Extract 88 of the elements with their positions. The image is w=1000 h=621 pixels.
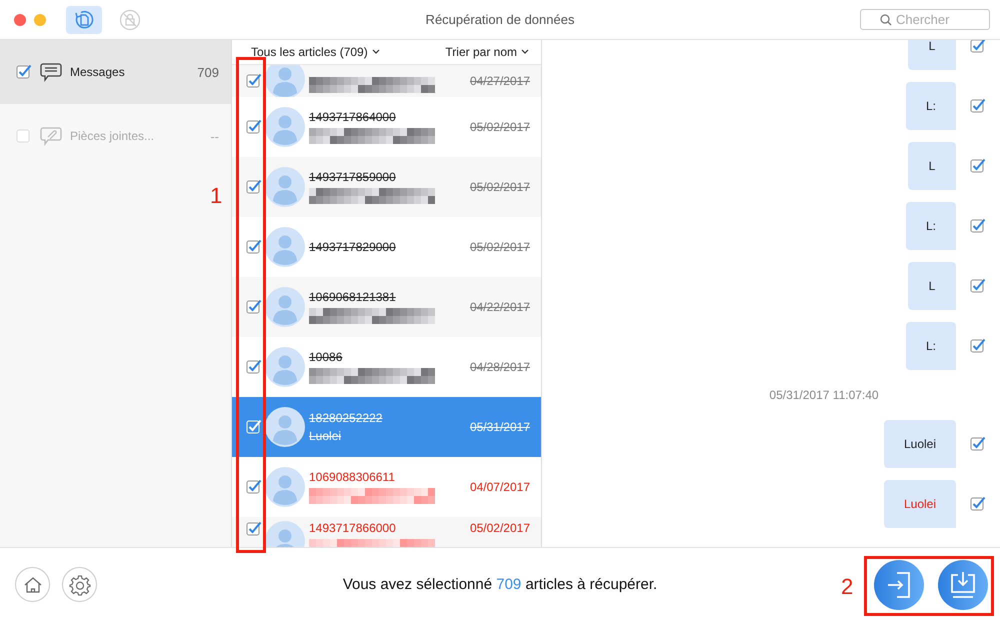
message-bubble: L — [908, 40, 956, 70]
message-date: 04/07/2017 — [470, 480, 530, 494]
checkbox[interactable] — [246, 359, 262, 375]
checkbox[interactable] — [246, 299, 262, 315]
avatar-icon — [265, 107, 305, 147]
timestamp: 05/31/2017 11:07:40 — [769, 388, 879, 402]
message-preview: Luolei — [309, 429, 342, 443]
message-date: 05/31/2017 — [470, 420, 530, 434]
checkbox[interactable] — [246, 419, 262, 435]
message-bubble: Luolei — [884, 480, 956, 528]
checkbox[interactable] — [246, 119, 262, 135]
checkbox[interactable] — [246, 521, 262, 537]
avatar-icon — [265, 407, 305, 447]
checkbox[interactable] — [970, 218, 986, 234]
message-row[interactable]: 1493717829000 05/02/2017 — [232, 217, 541, 277]
checkbox[interactable] — [246, 179, 262, 195]
selection-summary: Vous avez sélectionné 709 articles à récupérer. — [342, 576, 658, 593]
phone-number: 1493717829000 — [309, 240, 397, 254]
annotation-number: 2 — [841, 576, 854, 598]
download-icon — [948, 570, 978, 600]
checkbox[interactable] — [970, 496, 986, 512]
checkbox[interactable] — [246, 73, 262, 89]
item-count: 709 — [197, 64, 219, 80]
message-row[interactable]: 1493717866000 05/02/2017 — [232, 517, 541, 547]
chat-bubble-icon — [40, 62, 62, 82]
sort-dropdown[interactable]: Trier par nom — [445, 45, 529, 59]
message-date: 05/02/2017 — [470, 521, 530, 535]
message-date: 05/02/2017 — [470, 240, 530, 254]
message-row[interactable]: 10086 04/28/2017 — [232, 337, 541, 397]
phone-number: 1069088306611 — [309, 470, 396, 484]
avatar-icon — [265, 167, 305, 207]
checkbox[interactable] — [970, 338, 986, 354]
avatar-icon — [265, 227, 305, 267]
filter-dropdown[interactable]: Tous les articles (709) — [251, 45, 380, 59]
message-date: 04/28/2017 — [470, 360, 530, 374]
phone-number: 1493717866000 — [309, 521, 397, 535]
close-button[interactable] — [14, 14, 26, 26]
home-button[interactable] — [15, 567, 50, 602]
checkbox[interactable] — [970, 98, 986, 114]
settings-button[interactable] — [62, 567, 97, 602]
avatar-icon — [265, 287, 305, 327]
message-row[interactable]: 1493717859000 05/02/2017 — [232, 157, 541, 217]
phone-number: 1493717859000 — [309, 170, 397, 184]
message-date: 04/27/2017 — [470, 74, 530, 88]
message-bubble: Luolei — [884, 420, 956, 468]
message-date: 05/02/2017 — [470, 180, 530, 194]
item-count: -- — [210, 128, 219, 144]
checkbox[interactable] — [970, 40, 986, 54]
download-to-computer-button[interactable] — [938, 560, 988, 610]
avatar-icon — [265, 347, 305, 387]
caret-icon — [372, 49, 380, 55]
gear-icon — [68, 574, 90, 596]
checkbox[interactable] — [246, 479, 262, 495]
home-icon — [22, 576, 42, 594]
checkbox[interactable] — [246, 239, 262, 255]
window-title: Récupération de données — [426, 12, 574, 27]
caret-icon — [521, 49, 529, 55]
export-to-device-button[interactable] — [874, 560, 924, 610]
sidebar-item[interactable]: Messages 709 — [0, 40, 231, 104]
message-date: 04/22/2017 — [470, 300, 530, 314]
message-row[interactable]: 04/27/2017 — [232, 65, 541, 97]
phone-number: 10086 — [309, 350, 344, 364]
recover-file-icon[interactable] — [66, 6, 102, 34]
arrow-into-door-icon — [885, 570, 913, 600]
message-bubble: L — [908, 142, 956, 190]
phone-number: 1493717864000 — [309, 110, 397, 124]
sidebar-label: Messages — [70, 65, 126, 79]
checkbox[interactable] — [970, 436, 986, 452]
message-bubble: L: — [906, 82, 956, 130]
paperclip-bubble-icon — [40, 126, 62, 146]
message-row[interactable]: 1069068121381 04/22/2017 — [232, 277, 541, 337]
annotation-number: 1 — [210, 185, 222, 207]
search-icon — [880, 14, 892, 26]
message-row[interactable]: 1493717864000 05/02/2017 — [232, 97, 541, 157]
checkbox[interactable] — [970, 278, 986, 294]
avatar-icon — [265, 467, 305, 507]
message-date: 05/02/2017 — [470, 120, 530, 134]
sidebar-label: Pièces jointes... — [70, 129, 156, 143]
message-bubble: L: — [906, 202, 956, 250]
message-row[interactable]: 1069088306611 04/07/2017 — [232, 457, 541, 517]
phone-number: 1069068121381 — [309, 290, 397, 304]
checkbox[interactable] — [16, 64, 32, 80]
phone-number: 18280252222 — [309, 411, 384, 425]
checkbox[interactable] — [970, 158, 986, 174]
message-bubble: L: — [906, 322, 956, 370]
search-field[interactable]: Chercher — [860, 9, 990, 30]
message-bubble: L — [908, 262, 956, 310]
avatar-icon — [265, 65, 305, 97]
